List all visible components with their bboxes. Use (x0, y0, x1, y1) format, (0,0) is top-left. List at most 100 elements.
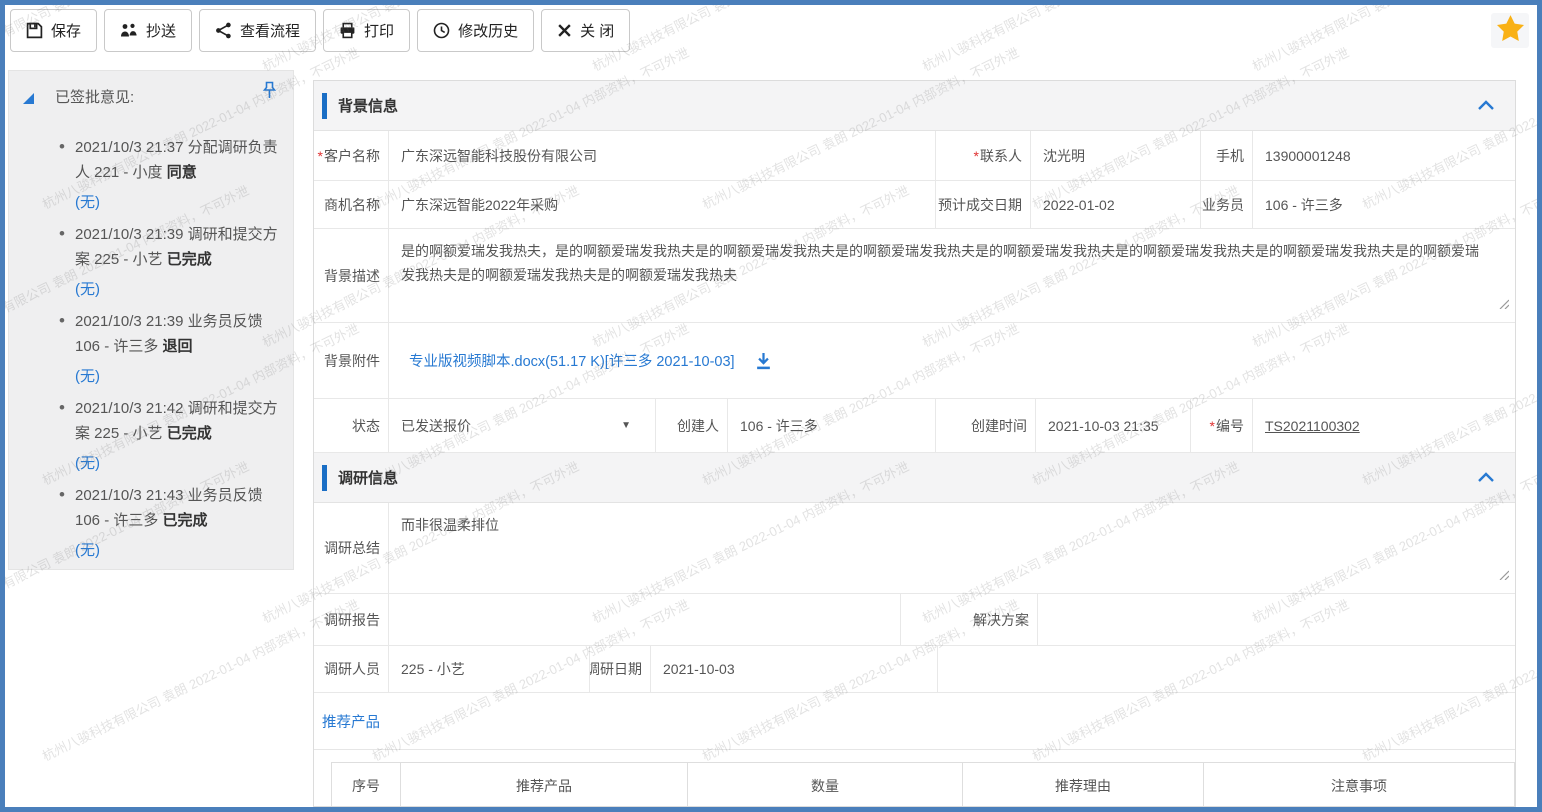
resize-grip-icon[interactable] (1499, 292, 1509, 316)
solution-field[interactable] (1038, 594, 1515, 645)
summary-textarea[interactable]: 而非很温柔排位 (389, 503, 1515, 593)
mobile-field[interactable]: 13900001248 (1253, 131, 1515, 180)
label-text: 联系人 (980, 146, 1022, 166)
form-row-description: 背景描述 是的啊额爱瑞发我热夫，是的啊额爱瑞发我热夫是的啊额爱瑞发我热夫是的啊额… (314, 229, 1515, 323)
attachment-label: 背景附件 (314, 323, 389, 398)
opportunity-field[interactable]: 广东深远智能2022年采购 (389, 181, 936, 228)
solution-label: 解决方案 (901, 594, 1038, 645)
toolbar: 保存 抄送 查看流程 打印 修改历史 关 闭 (5, 5, 1537, 69)
view-flow-button-label: 查看流程 (240, 20, 300, 41)
approval-note-link[interactable]: (无) (75, 538, 283, 563)
divider (314, 749, 1515, 750)
favorite-button[interactable] (1491, 13, 1529, 48)
table-column-header: 推荐理由 (963, 763, 1204, 808)
cc-button[interactable]: 抄送 (104, 9, 192, 52)
description-label: 背景描述 (314, 229, 389, 322)
table-column-header: 注意事项 (1204, 763, 1515, 808)
chevron-up-icon[interactable] (1477, 100, 1495, 111)
share-icon (215, 22, 232, 39)
approval-note-link[interactable]: (无) (75, 277, 283, 302)
status-select[interactable]: 已发送报价 ▼ (389, 399, 656, 452)
star-icon (1497, 15, 1524, 46)
close-button-label: 关 闭 (580, 20, 614, 41)
section-accent-bar (322, 465, 327, 491)
form-row-status: 状态 已发送报价 ▼ 创建人 106 - 许三多 创建时间 2021-10-03… (314, 399, 1515, 453)
report-label: 调研报告 (314, 594, 389, 645)
approval-note-link[interactable]: (无) (75, 364, 283, 389)
table-header-row: 序号推荐产品数量推荐理由注意事项 (332, 763, 1515, 808)
printer-icon (339, 22, 356, 39)
approvals-sidebar: 已签批意见: •2021/10/3 21:37 分配调研负责人 221 - 小度… (8, 70, 294, 570)
form-row-summary: 调研总结 而非很温柔排位 (314, 503, 1515, 594)
section-accent-bar (322, 93, 327, 119)
approval-status: 已完成 (167, 251, 212, 268)
required-mark: * (974, 148, 979, 164)
clock-icon (433, 22, 450, 39)
status-value: 已发送报价 (401, 416, 471, 436)
recommended-products-link[interactable]: 推荐产品 (322, 715, 380, 731)
expected-date-label: 预计成交日期 (936, 181, 1031, 228)
customer-name-field[interactable]: 广东深远智能科技股份有限公司 (389, 131, 936, 180)
contact-field[interactable]: 沈光明 (1031, 131, 1201, 180)
history-button[interactable]: 修改历史 (417, 9, 534, 52)
app-window: 保存 抄送 查看流程 打印 修改历史 关 闭 已签批意见: (0, 0, 1542, 812)
salesman-label: 业务员 (1201, 181, 1253, 228)
form-row-attachment: 背景附件 专业版视频脚本.docx(51.17 K)[许三多 2021-10-0… (314, 323, 1515, 399)
save-button-label: 保存 (51, 20, 81, 41)
save-button[interactable]: 保存 (10, 9, 97, 52)
created-time-field: 2021-10-03 21:35 (1036, 399, 1191, 452)
form-row-report: 调研报告 解决方案 (314, 594, 1515, 646)
collapse-triangle-icon[interactable] (23, 92, 35, 109)
approval-status: 已完成 (163, 512, 208, 529)
expected-date-field[interactable]: 2022-01-02 (1031, 181, 1201, 228)
summary-text: 而非很温柔排位 (401, 503, 521, 537)
approval-entry: •2021/10/3 21:37 分配调研负责人 221 - 小度 同意(无) (9, 135, 283, 215)
report-field[interactable] (389, 594, 901, 645)
section-title: 背景信息 (338, 95, 398, 116)
view-flow-button[interactable]: 查看流程 (199, 9, 316, 52)
label-text: 编号 (1216, 416, 1244, 436)
bullet-icon: • (59, 482, 65, 507)
research-date-field[interactable]: 2021-10-03 (651, 646, 938, 692)
chevron-up-icon[interactable] (1477, 472, 1495, 483)
print-button[interactable]: 打印 (323, 9, 410, 52)
number-field[interactable]: TS2021100302 (1253, 399, 1515, 452)
label-text: 客户名称 (324, 146, 380, 166)
sidebar-title: 已签批意见: (55, 86, 134, 107)
approval-entry: •2021/10/3 21:39 业务员反馈 106 - 许三多 退回(无) (9, 309, 283, 389)
number-link[interactable]: TS2021100302 (1265, 418, 1360, 434)
approval-entry: •2021/10/3 21:43 业务员反馈 106 - 许三多 已完成(无) (9, 483, 283, 563)
section-header-background: 背景信息 (314, 81, 1515, 131)
attachment-cell: 专业版视频脚本.docx(51.17 K)[许三多 2021-10-03] (389, 323, 1515, 398)
summary-label: 调研总结 (314, 503, 389, 593)
approval-entry: •2021/10/3 21:39 调研和提交方案 225 - 小艺 已完成(无) (9, 222, 283, 302)
attachment-link[interactable]: 专业版视频脚本.docx(51.17 K)[许三多 2021-10-03] (409, 350, 735, 371)
form-row-researcher: 调研人员 225 - 小艺 调研日期 2021-10-03 (314, 646, 1515, 693)
resize-grip-icon[interactable] (1499, 563, 1509, 587)
pin-icon[interactable] (262, 81, 277, 104)
approval-note-link[interactable]: (无) (75, 451, 283, 476)
approval-status: 已完成 (167, 425, 212, 442)
description-text: 是的啊额爱瑞发我热夫，是的啊额爱瑞发我热夫是的啊额爱瑞发我热夫是的啊额爱瑞发我热… (401, 229, 1503, 287)
contact-label: *联系人 (936, 131, 1031, 180)
bullet-icon: • (59, 395, 65, 420)
creator-field: 106 - 许三多 (728, 399, 936, 452)
research-date-label: 调研日期 (590, 646, 651, 692)
mobile-label: 手机 (1201, 131, 1253, 180)
researcher-field[interactable]: 225 - 小艺 (389, 646, 590, 692)
creator-label: 创建人 (656, 399, 728, 452)
customer-name-label: *客户名称 (314, 131, 389, 180)
cc-button-label: 抄送 (146, 20, 176, 41)
status-label: 状态 (314, 399, 389, 452)
sidebar-header: 已签批意见: (9, 71, 293, 115)
download-icon[interactable] (755, 352, 772, 370)
approval-note-link[interactable]: (无) (75, 190, 283, 215)
bullet-icon: • (59, 221, 65, 246)
salesman-field[interactable]: 106 - 许三多 (1253, 181, 1515, 228)
created-time-label: 创建时间 (936, 399, 1036, 452)
bullet-icon: • (59, 308, 65, 333)
description-textarea[interactable]: 是的啊额爱瑞发我热夫，是的啊额爱瑞发我热夫是的啊额爱瑞发我热夫是的啊额爱瑞发我热… (389, 229, 1515, 322)
close-button[interactable]: 关 闭 (541, 9, 630, 52)
recommended-products-area: 推荐产品 (314, 693, 1515, 732)
recommended-products-table: 序号推荐产品数量推荐理由注意事项 (331, 762, 1515, 807)
